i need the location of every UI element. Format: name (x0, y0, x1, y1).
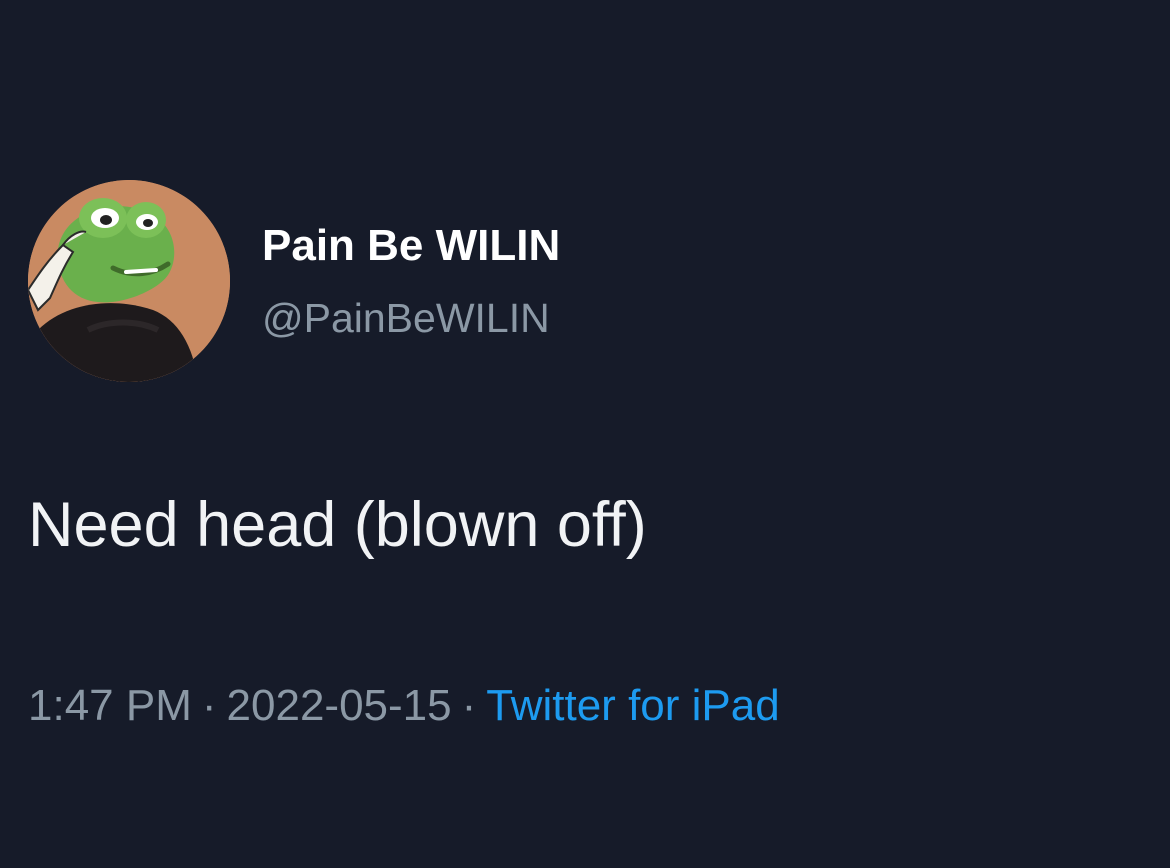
tweet-metadata: 1:47 PM · 2022-05-15 · Twitter for iPad (28, 678, 780, 734)
user-handle[interactable]: @PainBeWILIN (262, 293, 550, 343)
tweet-source-link[interactable]: Twitter for iPad (486, 681, 779, 730)
frog-avatar-icon (28, 180, 230, 382)
separator: · (461, 681, 477, 730)
tweet-time[interactable]: 1:47 PM (28, 681, 192, 730)
display-name[interactable]: Pain Be WILIN (262, 220, 560, 272)
tweet-text: Need head (blown off) (28, 490, 647, 560)
tweet-date[interactable]: 2022-05-15 (227, 681, 452, 730)
avatar[interactable] (28, 180, 230, 382)
separator: · (201, 681, 217, 730)
tweet-card: Pain Be WILIN @PainBeWILIN Need head (bl… (0, 0, 1170, 868)
